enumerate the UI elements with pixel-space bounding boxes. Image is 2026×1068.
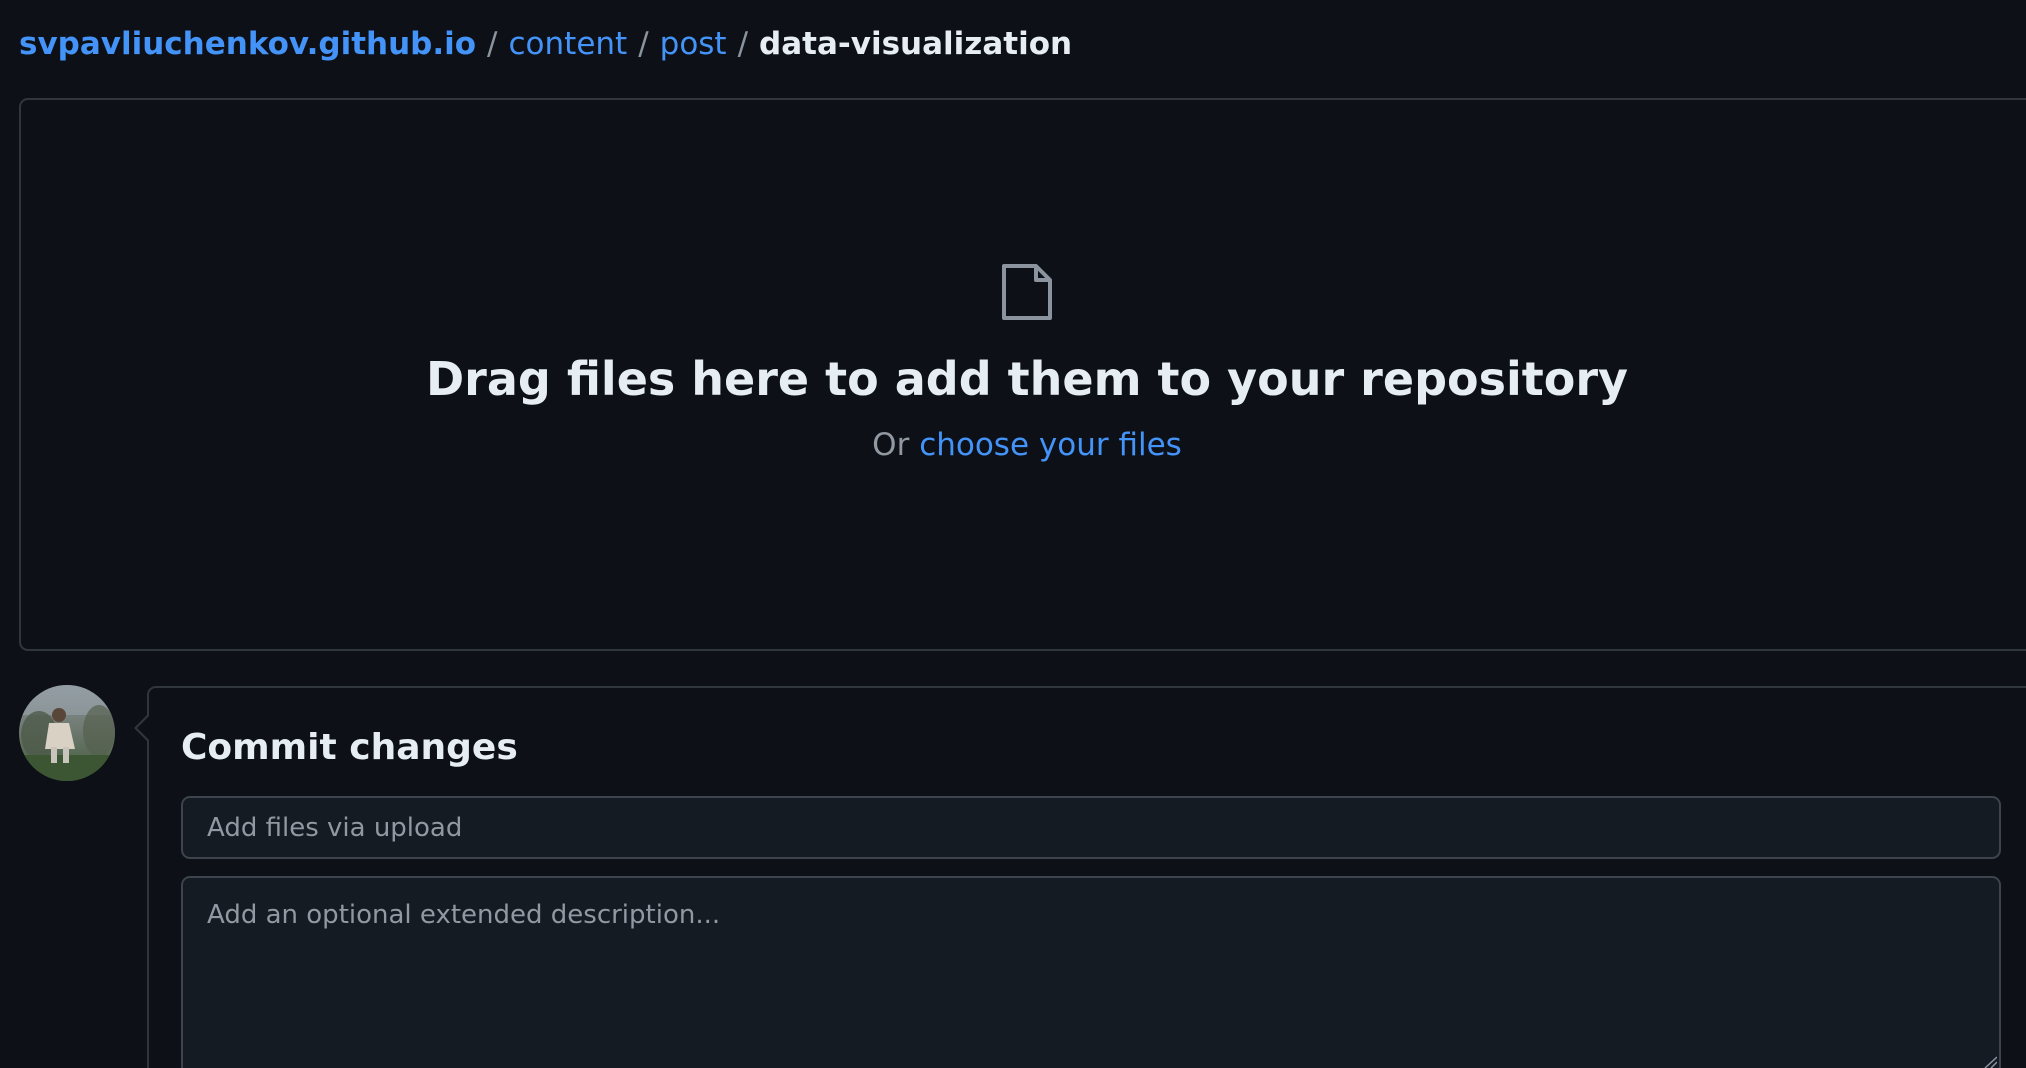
breadcrumb-current-folder: data-visualization [759, 26, 1073, 62]
upload-page: svpavliuchenkov.github.io / content / po… [0, 0, 2026, 1068]
choose-files-link[interactable]: choose your files [919, 427, 1182, 463]
breadcrumb-post-link[interactable]: post [660, 26, 727, 62]
breadcrumb: svpavliuchenkov.github.io / content / po… [19, 22, 1072, 66]
commit-summary-input[interactable] [181, 796, 2001, 859]
breadcrumb-repo-link[interactable]: svpavliuchenkov.github.io [19, 26, 476, 62]
breadcrumb-separator: / [737, 26, 749, 62]
commit-description-input[interactable] [181, 876, 2001, 1068]
breadcrumb-content-link[interactable]: content [509, 26, 628, 62]
avatar-image [19, 685, 115, 781]
avatar[interactable] [19, 685, 115, 781]
breadcrumb-separator: / [638, 26, 649, 62]
commit-title: Commit changes [181, 727, 518, 768]
or-label: Or [872, 427, 910, 463]
breadcrumb-separator: / [487, 26, 498, 62]
commit-form-pointer-fill [137, 716, 149, 740]
file-icon [1002, 264, 1052, 320]
drop-zone-title: Drag files here to add them to your repo… [425, 352, 1629, 406]
resize-handle-icon[interactable] [1983, 1056, 1997, 1068]
drop-zone-subtitle: Or choose your files [0, 427, 2026, 463]
